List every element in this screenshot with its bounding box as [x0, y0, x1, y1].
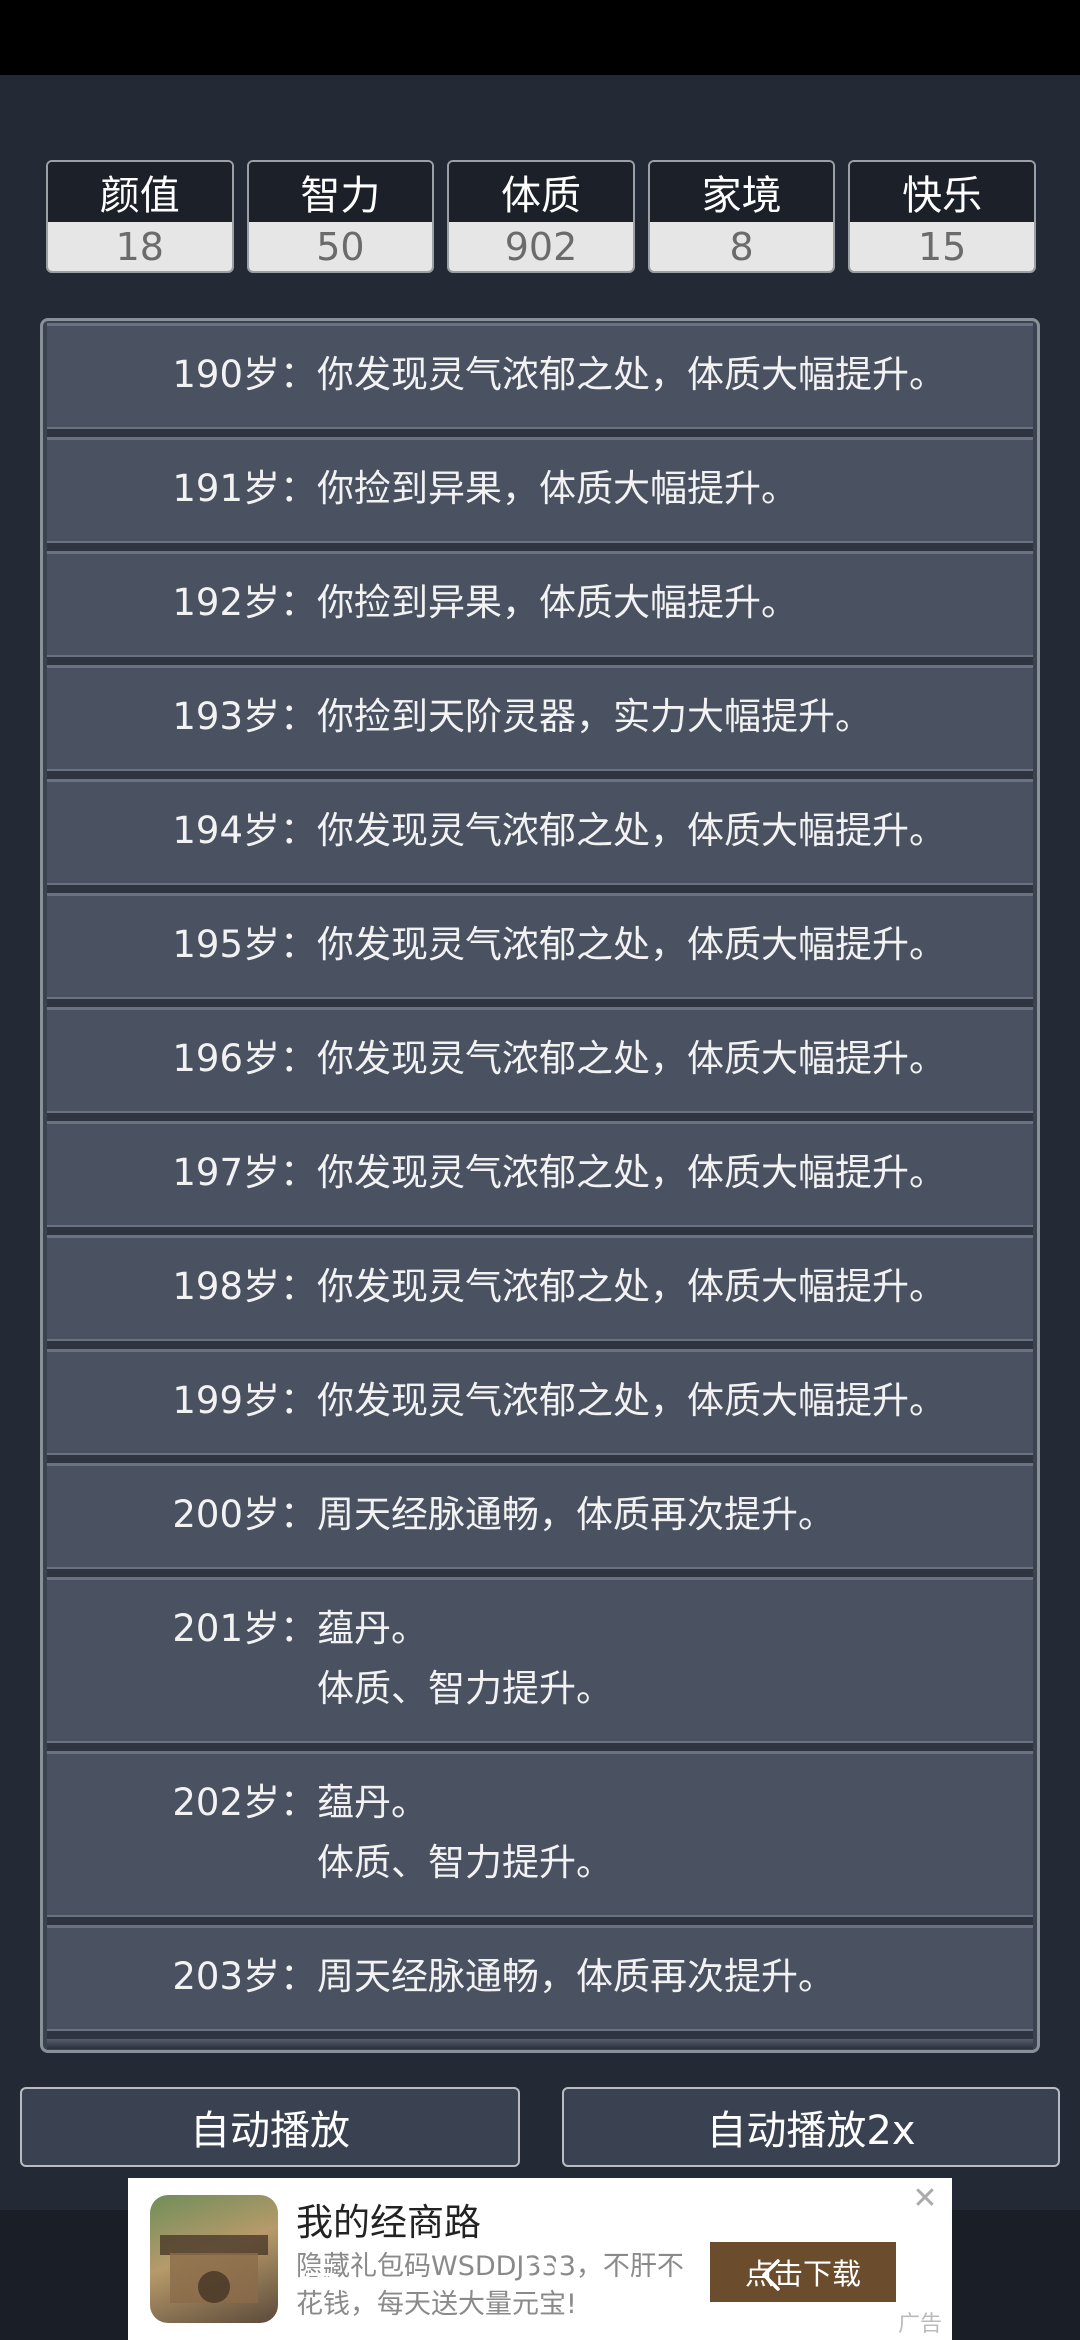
life-log-list: 190岁： 你发现灵气浓郁之处，体质大幅提升。 191岁： 你捡到异果，体质大幅提升…: [47, 323, 1033, 2049]
menu-icon[interactable]: [300, 2255, 340, 2295]
stat-value: 50: [248, 222, 433, 271]
ad-thumbnail-art: [160, 2235, 268, 2303]
log-text: 你发现灵气浓郁之处，体质大幅提升。: [317, 809, 946, 852]
life-log-panel[interactable]: 190岁： 你发现灵气浓郁之处，体质大幅提升。 191岁： 你捡到异果，体质大幅提升…: [40, 318, 1040, 2053]
log-entry: 193岁： 你捡到天阶灵器，实力大幅提升。: [47, 665, 1033, 789]
auto-play-button[interactable]: 自动播放: [20, 2087, 520, 2167]
log-entry: 203岁： 周天经脉通畅，体质再次提升。: [47, 1925, 1033, 2049]
stat-label: 家境: [649, 162, 834, 222]
back-icon[interactable]: [752, 2255, 792, 2295]
ad-badge: 广告: [897, 2312, 942, 2337]
log-age: 201岁：: [172, 1607, 317, 1650]
log-text: 你发现灵气浓郁之处，体质大幅提升。: [317, 1151, 946, 1194]
log-text: 蕴丹。: [317, 1781, 428, 1824]
log-text: 周天经脉通畅，体质再次提升。: [317, 1955, 835, 1998]
log-text: 你发现灵气浓郁之处，体质大幅提升。: [317, 353, 946, 396]
auto-play-2x-button[interactable]: 自动播放2x: [562, 2087, 1060, 2167]
stat-label: 智力: [248, 162, 433, 222]
log-text-line2: 体质、智力提升。: [317, 1667, 613, 1710]
ad-description: 隐藏礼包码WSDDJ333，不肝不花钱，每天送大量元宝!: [296, 2251, 684, 2320]
stat-card-intelligence: 智力 50: [246, 160, 435, 273]
log-entry: 191岁： 你捡到异果，体质大幅提升。: [47, 437, 1033, 561]
log-entry: 192岁： 你捡到异果，体质大幅提升。: [47, 551, 1033, 675]
log-age: 195岁：: [172, 923, 317, 966]
log-age: 191岁：: [172, 467, 317, 510]
log-entry: 202岁： 蕴丹。体质、智力提升。: [47, 1751, 1033, 1935]
log-entry: 196岁： 你发现灵气浓郁之处，体质大幅提升。: [47, 1007, 1033, 1131]
stat-card-appearance: 颜值 18: [46, 160, 234, 273]
log-age: 192岁：: [172, 581, 317, 624]
log-text: 你捡到异果，体质大幅提升。: [317, 581, 798, 624]
stat-card-happiness: 快乐 15: [848, 160, 1036, 273]
log-text-line2: 体质、智力提升。: [317, 1841, 613, 1884]
log-age: 198岁：: [172, 1265, 317, 1308]
ad-title: 我的经商路: [296, 2201, 481, 2244]
stat-value: 8: [649, 222, 834, 271]
log-age: 203岁：: [172, 1955, 317, 1998]
log-entry: 194岁： 你发现灵气浓郁之处，体质大幅提升。: [47, 779, 1033, 903]
stat-value: 18: [48, 222, 232, 271]
stat-value: 902: [449, 222, 633, 271]
log-age: 202岁：: [172, 1781, 317, 1824]
log-entry: 199岁： 你发现灵气浓郁之处，体质大幅提升。: [47, 1349, 1033, 1473]
log-text: 你发现灵气浓郁之处，体质大幅提升。: [317, 1037, 946, 1080]
log-entry: 201岁： 蕴丹。体质、智力提升。: [47, 1577, 1033, 1761]
log-text: 周天经脉通畅，体质再次提升。: [317, 1493, 835, 1536]
log-entry: 197岁： 你发现灵气浓郁之处，体质大幅提升。: [47, 1121, 1033, 1245]
log-age: 196岁：: [172, 1037, 317, 1080]
stat-card-family: 家境 8: [647, 160, 836, 273]
log-text: 蕴丹。: [317, 1607, 428, 1650]
stat-card-constitution: 体质 902: [447, 160, 635, 273]
log-age: 197岁：: [172, 1151, 317, 1194]
home-icon[interactable]: [522, 2255, 562, 2295]
ad-download-button[interactable]: 点击下载: [710, 2242, 896, 2302]
log-age: 190岁：: [172, 353, 317, 396]
stat-label: 快乐: [850, 162, 1034, 222]
stat-value: 15: [850, 222, 1034, 271]
log-text: 你捡到异果，体质大幅提升。: [317, 467, 798, 510]
log-text: 你捡到天阶灵器，实力大幅提升。: [317, 695, 872, 738]
log-age: 193岁：: [172, 695, 317, 738]
log-age: 200岁：: [172, 1493, 317, 1536]
log-age: 199岁：: [172, 1379, 317, 1422]
status-bar: [0, 0, 1080, 75]
log-text: 你发现灵气浓郁之处，体质大幅提升。: [317, 1265, 946, 1308]
stat-label: 颜值: [48, 162, 232, 222]
log-text: 你发现灵气浓郁之处，体质大幅提升。: [317, 923, 946, 966]
ad-game-thumbnail[interactable]: [150, 2195, 278, 2323]
log-entry: 195岁： 你发现灵气浓郁之处，体质大幅提升。: [47, 893, 1033, 1017]
log-age: 194岁：: [172, 809, 317, 852]
log-entry: 198岁： 你发现灵气浓郁之处，体质大幅提升。: [47, 1235, 1033, 1359]
stats-row: 颜值 18 智力 50 体质 902 家境 8 快乐 15: [46, 160, 1036, 273]
stat-label: 体质: [449, 162, 633, 222]
log-entry: 190岁： 你发现灵气浓郁之处，体质大幅提升。: [47, 323, 1033, 447]
ad-close-icon[interactable]: ✕: [910, 2184, 940, 2214]
log-entry: 200岁： 周天经脉通畅，体质再次提升。: [47, 1463, 1033, 1587]
log-text: 你发现灵气浓郁之处，体质大幅提升。: [317, 1379, 946, 1422]
